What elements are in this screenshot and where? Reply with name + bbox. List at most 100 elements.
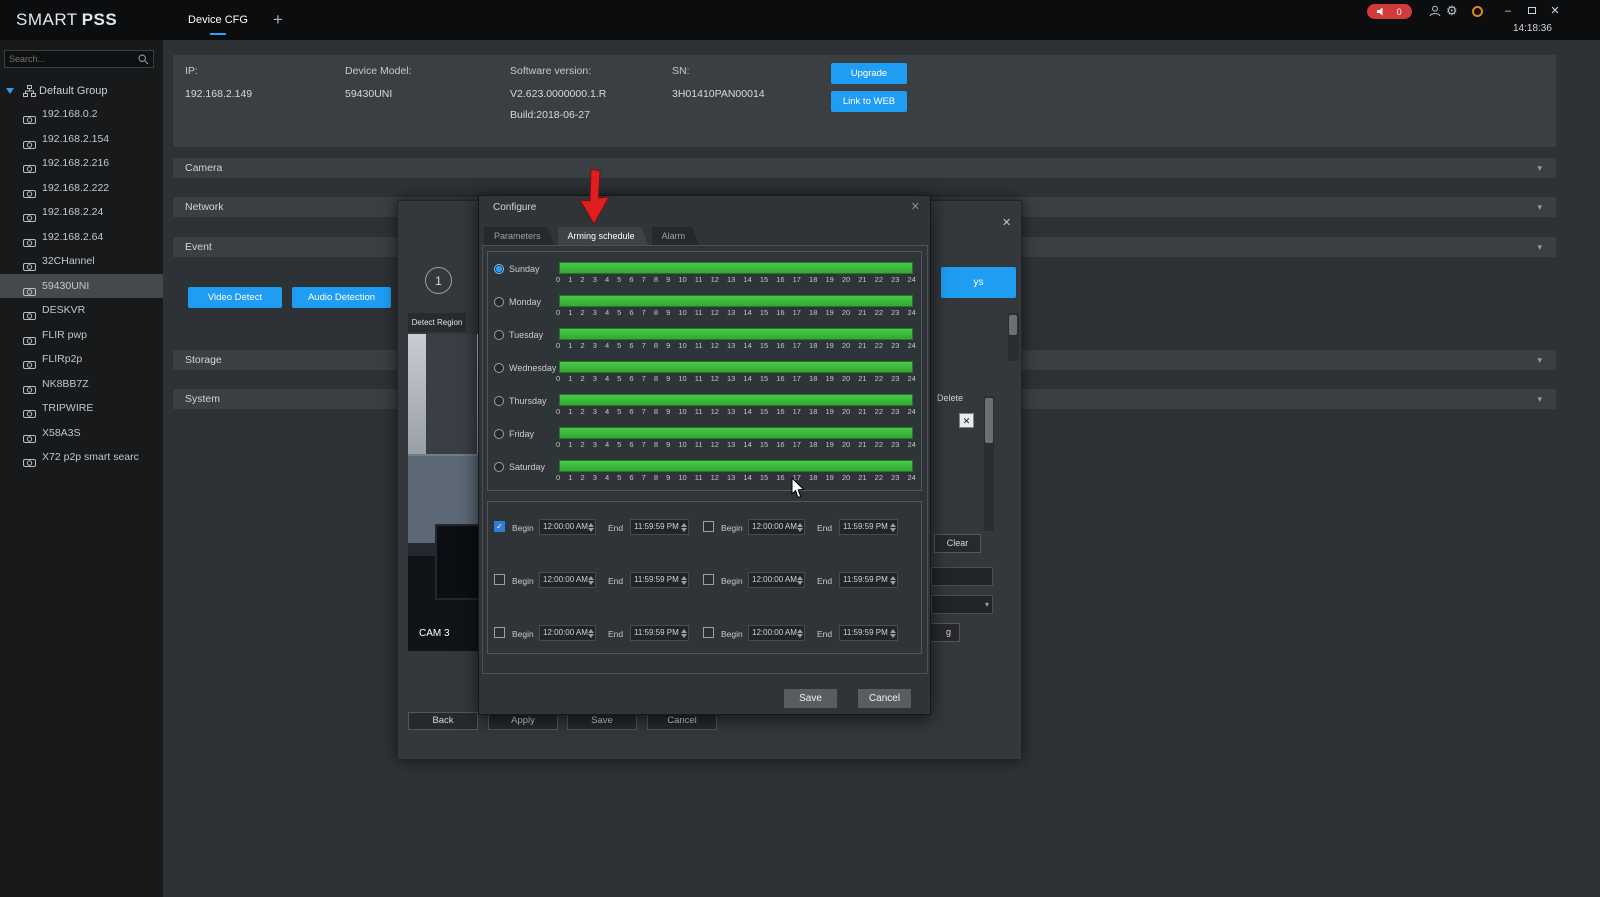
day-radio[interactable]	[494, 462, 504, 472]
end-time-input[interactable]: 11:59:59 PM	[630, 625, 689, 641]
sidebar-device-item[interactable]: 192.168.2.222	[0, 176, 163, 201]
chevron-down-icon[interactable]: ▾	[1537, 237, 1542, 257]
period-checkbox[interactable]	[703, 574, 714, 585]
close-window-button[interactable]: ✕	[1547, 0, 1563, 22]
end-time-input[interactable]: 11:59:59 PM	[630, 572, 689, 588]
schedule-bar[interactable]	[559, 328, 913, 340]
begin-time-input[interactable]: 12:00:00 AM	[539, 572, 596, 588]
schedule-bar[interactable]	[559, 427, 913, 439]
add-tab-button[interactable]: +	[268, 0, 288, 40]
sidebar-device-item[interactable]: FLIR pwp	[0, 323, 163, 348]
sidebar-device-item[interactable]: 192.168.2.64	[0, 225, 163, 250]
brand-ring-icon[interactable]	[1472, 6, 1483, 17]
save-button[interactable]: Save	[784, 689, 837, 708]
chevron-down-icon[interactable]: ▾	[1537, 158, 1542, 178]
day-radio[interactable]	[494, 330, 504, 340]
time-spinner-icon[interactable]	[889, 575, 896, 586]
day-radio[interactable]	[494, 363, 504, 373]
scrollbar-vertical[interactable]	[1008, 313, 1019, 361]
sidebar-device-item[interactable]: FLIRp2p	[0, 347, 163, 372]
tab-detect-region[interactable]: Detect Region	[408, 313, 466, 332]
end-time-input[interactable]: 11:59:59 PM	[839, 519, 898, 535]
sidebar-device-item[interactable]: 192.168.2.154	[0, 127, 163, 152]
time-spinner-icon[interactable]	[587, 628, 594, 639]
partial-dropdown[interactable]: ▾	[931, 595, 993, 614]
time-spinner-icon[interactable]	[796, 522, 803, 533]
begin-time-input[interactable]: 12:00:00 AM	[748, 572, 805, 588]
channel-step-badge[interactable]: 1	[425, 267, 452, 294]
close-icon[interactable]: ✕	[1002, 216, 1011, 229]
section-camera[interactable]: Camera▾	[173, 158, 1556, 178]
partial-input[interactable]	[931, 567, 993, 586]
chevron-down-icon[interactable]: ▾	[1537, 197, 1542, 217]
schedule-bar[interactable]	[559, 394, 913, 406]
period-checkbox[interactable]	[494, 627, 505, 638]
time-spinner-icon[interactable]	[680, 628, 687, 639]
user-icon[interactable]	[1429, 5, 1441, 17]
expand-arrow-icon[interactable]	[6, 88, 14, 94]
search-input[interactable]	[9, 51, 137, 67]
time-spinner-icon[interactable]	[587, 522, 594, 533]
delete-x-icon[interactable]: ✕	[959, 413, 974, 428]
link-to-web-button[interactable]: Link to WEB	[831, 91, 907, 112]
search-box[interactable]	[4, 50, 154, 68]
tab-device-cfg[interactable]: Device CFG	[180, 0, 256, 40]
day-radio[interactable]	[494, 396, 504, 406]
time-spinner-icon[interactable]	[680, 522, 687, 533]
begin-time-input[interactable]: 12:00:00 AM	[539, 519, 596, 535]
video-detect-button[interactable]: Video Detect	[188, 287, 282, 308]
configure-tab-alarm[interactable]: Alarm	[652, 227, 700, 246]
end-time-input[interactable]: 11:59:59 PM	[839, 625, 898, 641]
sidebar-device-item[interactable]: X72 p2p smart searc	[0, 445, 163, 470]
begin-time-input[interactable]: 12:00:00 AM	[539, 625, 596, 641]
back-button[interactable]: Back	[408, 712, 478, 730]
time-spinner-icon[interactable]	[587, 575, 594, 586]
begin-time-input[interactable]: 12:00:00 AM	[748, 519, 805, 535]
partial-blue-button[interactable]: ys	[941, 267, 1016, 298]
period-checkbox[interactable]	[703, 627, 714, 638]
sidebar-device-item[interactable]: 192.168.2.24	[0, 200, 163, 225]
schedule-bar[interactable]	[559, 295, 913, 307]
maximize-button[interactable]	[1524, 0, 1540, 22]
sidebar-group-default[interactable]: Default Group	[0, 80, 163, 102]
time-spinner-icon[interactable]	[889, 522, 896, 533]
sidebar-device-item[interactable]: X58A3S	[0, 421, 163, 446]
search-icon[interactable]	[138, 54, 149, 65]
chevron-down-icon[interactable]: ▾	[1537, 389, 1542, 409]
begin-time-input[interactable]: 12:00:00 AM	[748, 625, 805, 641]
delete-label[interactable]: Delete	[937, 393, 963, 403]
configure-tab-parameters[interactable]: Parameters	[484, 227, 555, 246]
end-time-input[interactable]: 11:59:59 PM	[630, 519, 689, 535]
period-checkbox[interactable]	[703, 521, 714, 532]
scrollbar-vertical[interactable]	[984, 396, 994, 531]
time-spinner-icon[interactable]	[889, 628, 896, 639]
day-radio[interactable]	[494, 264, 504, 274]
schedule-bar[interactable]	[559, 460, 913, 472]
time-spinner-icon[interactable]	[796, 575, 803, 586]
time-spinner-icon[interactable]	[680, 575, 687, 586]
sidebar-device-item[interactable]: DESKVR	[0, 298, 163, 323]
schedule-bar[interactable]	[559, 262, 913, 274]
clear-button[interactable]: Clear	[934, 534, 981, 553]
chevron-down-icon[interactable]: ▾	[1537, 350, 1542, 370]
end-time-input[interactable]: 11:59:59 PM	[839, 572, 898, 588]
sidebar-device-item[interactable]: 192.168.0.2	[0, 102, 163, 127]
time-spinner-icon[interactable]	[796, 628, 803, 639]
period-checkbox[interactable]	[494, 574, 505, 585]
schedule-bar[interactable]	[559, 361, 913, 373]
alarm-sound-badge[interactable]: 0	[1367, 4, 1412, 19]
sidebar-device-item[interactable]: 32CHannel	[0, 249, 163, 274]
audio-detection-button[interactable]: Audio Detection	[292, 287, 391, 308]
cancel-button[interactable]: Cancel	[858, 689, 911, 708]
day-radio[interactable]	[494, 429, 504, 439]
close-icon[interactable]: ✕	[911, 196, 920, 219]
day-radio[interactable]	[494, 297, 504, 307]
minimize-button[interactable]: –	[1500, 0, 1516, 22]
sidebar-device-item[interactable]: TRIPWIRE	[0, 396, 163, 421]
sidebar-device-item[interactable]: 192.168.2.216	[0, 151, 163, 176]
sidebar-device-item[interactable]: NK8BB7Z	[0, 372, 163, 397]
sidebar-device-item[interactable]: 59430UNI	[0, 274, 163, 299]
period-checkbox[interactable]: ✓	[494, 521, 505, 532]
configure-tab-arming-schedule[interactable]: Arming schedule	[558, 227, 649, 246]
upgrade-button[interactable]: Upgrade	[831, 63, 907, 84]
